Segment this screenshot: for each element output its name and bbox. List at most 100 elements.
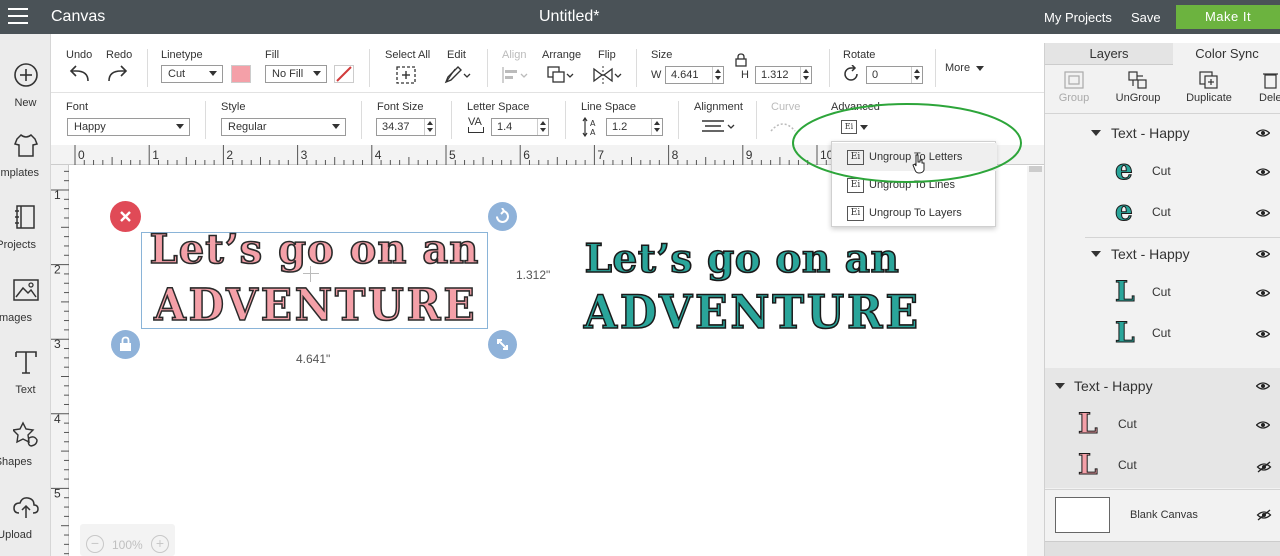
line-space-value: 1.2 bbox=[612, 121, 628, 133]
eye-icon[interactable] bbox=[1256, 167, 1270, 177]
rotate-icon bbox=[844, 65, 858, 81]
flip-icon[interactable] bbox=[592, 65, 622, 85]
resize-handle[interactable] bbox=[488, 330, 517, 359]
undo-label: Undo bbox=[66, 49, 93, 61]
line-space-input[interactable]: 1.2 bbox=[606, 118, 663, 136]
scrollbar-thumb[interactable] bbox=[1029, 166, 1042, 172]
chevron-down-icon[interactable] bbox=[1091, 130, 1101, 136]
height-value: 1.312 bbox=[761, 69, 789, 81]
layer-group[interactable]: Text - Happy e Cut e Cut bbox=[1045, 113, 1280, 238]
layer-thumbnail: L bbox=[1115, 316, 1136, 349]
vertical-scrollbar[interactable] bbox=[1027, 166, 1044, 556]
sidebar-item-text[interactable]: Text bbox=[0, 349, 51, 396]
selected-text-line-1[interactable]: Let’s go on an bbox=[142, 225, 487, 274]
eye-icon[interactable] bbox=[1256, 381, 1270, 391]
font-label: Font bbox=[66, 101, 89, 113]
zoom-out-icon[interactable]: − bbox=[86, 535, 104, 553]
rotate-icon bbox=[496, 208, 509, 223]
sidebar-item-label: emplates bbox=[0, 167, 39, 179]
delete-button[interactable]: Dele bbox=[1259, 71, 1280, 104]
edit-tools-icon[interactable] bbox=[443, 65, 471, 85]
menu-item-ungroup-layers[interactable]: Ei Ungroup To Layers bbox=[832, 199, 997, 227]
eye-icon[interactable] bbox=[1256, 208, 1270, 218]
redo-icon[interactable] bbox=[107, 65, 129, 83]
layer-label: Cut bbox=[1152, 164, 1171, 178]
lock-handle[interactable] bbox=[111, 330, 140, 359]
linetype-select[interactable]: Cut bbox=[161, 65, 223, 83]
style-value: Regular bbox=[228, 121, 267, 133]
eye-icon[interactable] bbox=[1256, 128, 1270, 138]
select-all-icon[interactable] bbox=[395, 65, 417, 85]
sidebar-item-upload[interactable]: Upload bbox=[0, 494, 51, 541]
sidebar-item-images[interactable]: mages bbox=[0, 277, 51, 324]
undo-icon[interactable] bbox=[68, 65, 90, 83]
layer-thumbnail: e bbox=[1115, 153, 1134, 186]
menu-item-label: Ungroup To Layers bbox=[869, 207, 962, 219]
eye-hidden-icon[interactable] bbox=[1256, 508, 1272, 522]
svg-text:A: A bbox=[590, 119, 596, 128]
duplicate-label: Duplicate bbox=[1186, 92, 1232, 104]
selected-text-line-2[interactable]: ADVENTURE bbox=[153, 281, 475, 331]
delete-handle[interactable] bbox=[110, 201, 141, 232]
layer-group-selected[interactable]: Text - Happy L Cut L Cut bbox=[1045, 368, 1280, 488]
style-select[interactable]: Regular bbox=[221, 118, 346, 136]
sidebar-item-projects[interactable]: Projects bbox=[0, 204, 51, 251]
ruler-tick-label: 7 bbox=[597, 148, 604, 162]
sidebar-item-templates[interactable]: emplates bbox=[0, 132, 51, 179]
arrange-icon[interactable] bbox=[546, 65, 574, 85]
tshirt-icon bbox=[13, 133, 38, 157]
eye-hidden-icon[interactable] bbox=[1256, 460, 1272, 474]
chevron-down-icon bbox=[976, 65, 985, 71]
divider bbox=[1045, 489, 1280, 490]
rotate-label: Rotate bbox=[843, 49, 876, 61]
sidebar-item-new[interactable]: New bbox=[0, 62, 51, 109]
plus-circle-icon bbox=[13, 63, 38, 87]
tab-layers[interactable]: Layers bbox=[1045, 43, 1173, 65]
hamburger-menu-icon[interactable] bbox=[8, 8, 28, 24]
ruler-tick-label: 5 bbox=[54, 486, 61, 500]
layer-label: Cut bbox=[1118, 417, 1137, 431]
width-input[interactable]: 4.641 bbox=[665, 66, 724, 84]
save-button[interactable]: Save bbox=[1131, 10, 1161, 25]
letter-space-input[interactable]: 1.4 bbox=[491, 118, 549, 136]
eye-icon[interactable] bbox=[1256, 288, 1270, 298]
document-title: Untitled* bbox=[539, 8, 600, 25]
text-object-line-1[interactable]: Let’s go on an bbox=[572, 235, 912, 283]
font-size-value: 34.37 bbox=[382, 121, 410, 133]
no-fill-swatch-icon[interactable] bbox=[334, 65, 354, 83]
eye-icon[interactable] bbox=[1256, 420, 1270, 430]
linetype-color-swatch[interactable] bbox=[231, 65, 251, 83]
ungroup-button[interactable]: UnGroup bbox=[1113, 71, 1163, 104]
select-all-label: Select All bbox=[385, 49, 431, 61]
layer-group[interactable]: Text - Happy L Cut L Cut bbox=[1045, 237, 1280, 367]
make-it-button[interactable]: Make It bbox=[1176, 5, 1280, 29]
font-select[interactable]: Happy bbox=[67, 118, 190, 136]
eye-icon[interactable] bbox=[1256, 249, 1270, 259]
tab-color-sync[interactable]: Color Sync bbox=[1173, 43, 1280, 65]
blank-canvas-thumbnail[interactable] bbox=[1055, 497, 1110, 533]
width-readout: 4.641" bbox=[296, 352, 331, 366]
alignment-icon[interactable] bbox=[701, 119, 735, 135]
width-value: 4.641 bbox=[671, 69, 699, 81]
chevron-down-icon[interactable] bbox=[1091, 251, 1101, 257]
chevron-down-icon[interactable] bbox=[1055, 383, 1065, 389]
height-input[interactable]: 1.312 bbox=[755, 66, 812, 84]
rotate-input[interactable]: 0 bbox=[866, 66, 923, 84]
my-projects-link[interactable]: My Projects bbox=[1044, 10, 1112, 25]
zoom-in-icon[interactable]: + bbox=[151, 535, 169, 553]
rotate-handle[interactable] bbox=[488, 202, 517, 231]
font-size-input[interactable]: 34.37 bbox=[376, 118, 436, 136]
more-button[interactable]: More bbox=[945, 62, 985, 74]
top-bar: Canvas Untitled* My Projects Save Make I… bbox=[0, 0, 1280, 34]
text-object-line-2[interactable]: ADVENTURE bbox=[583, 287, 919, 337]
sidebar-item-shapes[interactable]: Shapes bbox=[0, 421, 51, 468]
layer-group-title: Text - Happy bbox=[1111, 246, 1190, 262]
fill-select[interactable]: No Fill bbox=[265, 65, 327, 83]
duplicate-button[interactable]: Duplicate bbox=[1183, 71, 1235, 104]
align-label: Align bbox=[502, 49, 527, 61]
lock-aspect-icon[interactable] bbox=[735, 53, 747, 67]
eye-icon[interactable] bbox=[1256, 329, 1270, 339]
ruler-tick-label: 5 bbox=[449, 148, 456, 162]
svg-text:A: A bbox=[590, 128, 596, 137]
ungroup-icon bbox=[1128, 71, 1147, 89]
